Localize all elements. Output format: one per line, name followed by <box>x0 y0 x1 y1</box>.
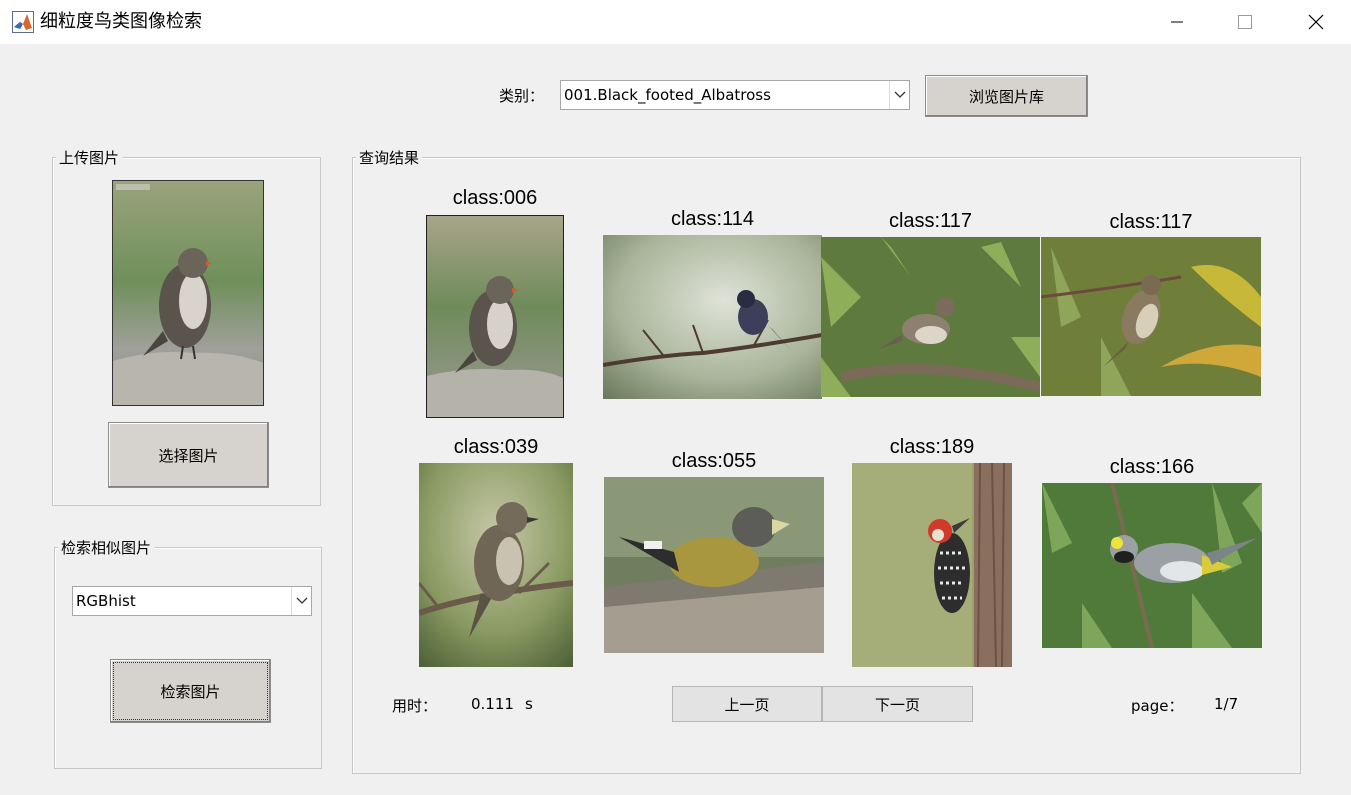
minimize-icon <box>1171 21 1183 23</box>
result-label: class:166 <box>1109 456 1195 478</box>
previous-page-button[interactable]: 上一页 <box>672 686 822 722</box>
result-image <box>603 235 822 399</box>
result-image <box>419 463 573 667</box>
result-label: class:006 <box>452 187 538 209</box>
category-select-value: 001.Black_footed_Albatross <box>564 86 771 104</box>
feature-method-select[interactable]: RGBhist <box>72 586 312 616</box>
upload-panel-title: 上传图片 <box>56 149 123 167</box>
result-image <box>1042 483 1262 648</box>
feature-method-value: RGBhist <box>76 592 136 610</box>
maximize-icon <box>1238 15 1252 29</box>
title-bar <box>0 0 1351 44</box>
browse-gallery-button[interactable]: 浏览图片库 <box>925 75 1088 117</box>
elapsed-time-unit: s <box>525 695 533 713</box>
window-title: 细粒度鸟类图像检索 <box>40 11 202 32</box>
result-image <box>821 237 1040 397</box>
result-label: class:117 <box>1109 211 1193 233</box>
elapsed-time-label: 用时： <box>392 697 438 715</box>
result-image <box>426 215 564 418</box>
results-panel-title: 查询结果 <box>356 149 423 167</box>
search-panel <box>54 547 322 769</box>
page-label: page： <box>1131 697 1184 715</box>
result-label: class:114 <box>670 208 754 230</box>
next-page-button[interactable]: 下一页 <box>822 686 973 722</box>
result-label: class:055 <box>671 450 757 472</box>
result-label: class:189 <box>889 436 975 458</box>
chevron-down-icon[interactable] <box>291 587 311 615</box>
close-button[interactable] <box>1293 0 1339 44</box>
chevron-down-icon[interactable] <box>889 81 909 109</box>
page-indicator: 1/7 <box>1214 695 1239 713</box>
close-icon <box>1308 14 1324 30</box>
select-image-button[interactable]: 选择图片 <box>108 422 269 488</box>
result-image <box>1041 237 1261 396</box>
category-label: 类别： <box>499 87 545 105</box>
result-image <box>604 477 824 653</box>
category-select[interactable]: 001.Black_footed_Albatross <box>560 80 910 110</box>
maximize-button[interactable] <box>1222 0 1268 44</box>
minimize-button[interactable] <box>1154 0 1200 44</box>
elapsed-time-value: 0.111 <box>471 695 514 713</box>
result-image <box>852 463 1012 667</box>
result-label: class:039 <box>453 436 539 458</box>
search-panel-title: 检索相似图片 <box>58 539 155 557</box>
result-label: class:117 <box>888 210 972 232</box>
uploaded-image <box>112 180 264 406</box>
search-image-button[interactable]: 检索图片 <box>110 659 271 723</box>
matlab-icon <box>12 11 34 33</box>
